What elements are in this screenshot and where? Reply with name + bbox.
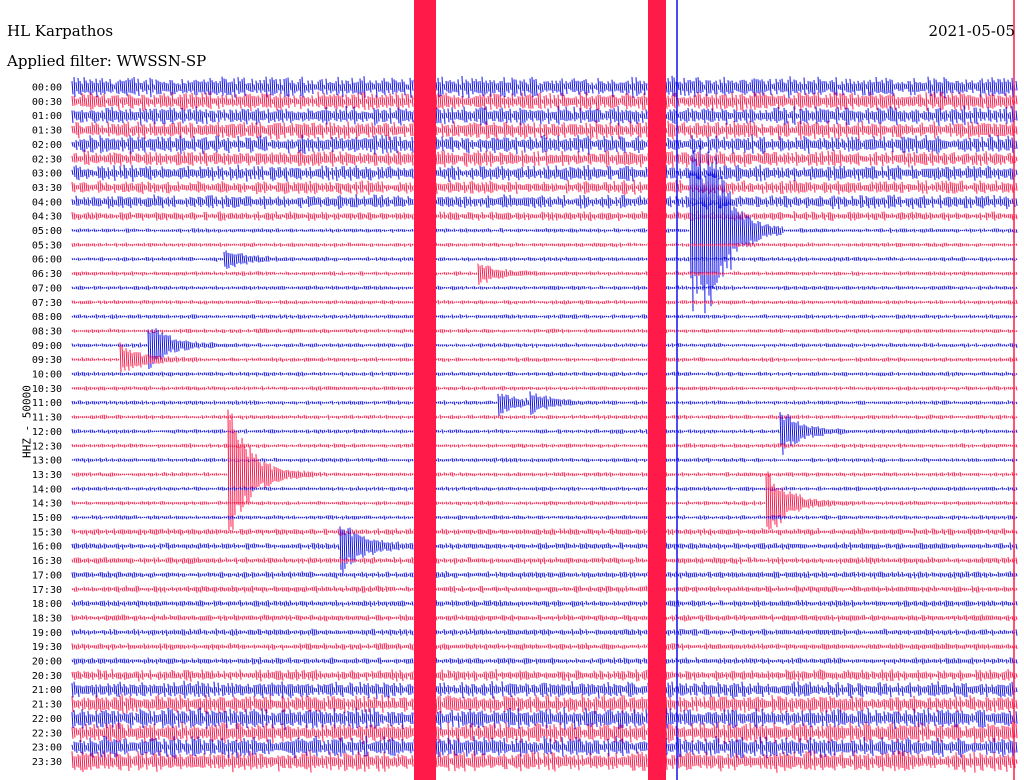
trace-row-2330 bbox=[71, 750, 1018, 773]
row-time-label: 04:30 bbox=[32, 212, 62, 223]
row-time-label: 20:30 bbox=[32, 671, 62, 682]
trace-row-1330 bbox=[71, 409, 1018, 531]
row-time-label: 23:30 bbox=[32, 757, 62, 768]
date-label: 2021-05-05 bbox=[928, 22, 1015, 40]
row-time-label: 13:30 bbox=[32, 470, 62, 481]
trace-row-1630 bbox=[71, 556, 1018, 565]
trace-row-1700 bbox=[71, 571, 1018, 579]
trace-row-1500 bbox=[71, 514, 1018, 521]
row-time-label: 03:30 bbox=[32, 183, 62, 194]
row-time-label: 18:30 bbox=[32, 613, 62, 624]
trace-row-2100 bbox=[71, 680, 1018, 699]
trace-row-0200 bbox=[71, 134, 1018, 155]
row-time-label: 08:30 bbox=[32, 326, 62, 337]
trace-row-2130 bbox=[71, 694, 1018, 715]
row-time-label: 01:30 bbox=[32, 126, 62, 137]
row-time-label: 02:00 bbox=[32, 140, 62, 151]
trace-row-2200 bbox=[71, 707, 1018, 731]
row-time-label: 16:30 bbox=[32, 556, 62, 567]
row-time-label: 06:00 bbox=[32, 255, 62, 266]
filter-subtitle: Applied filter: WWSSN-SP bbox=[7, 52, 207, 70]
row-time-label: 11:00 bbox=[32, 398, 62, 409]
row-time-label: 09:30 bbox=[32, 355, 62, 366]
trace-row-0830 bbox=[71, 328, 1018, 334]
channel-axis-label: HHZ - 50000 bbox=[20, 385, 34, 458]
row-time-label: 21:30 bbox=[32, 700, 62, 711]
row-time-label: 22:30 bbox=[32, 728, 62, 739]
row-time-label: 17:30 bbox=[32, 585, 62, 596]
trace-row-0700 bbox=[71, 285, 1018, 291]
row-time-label: 15:30 bbox=[32, 527, 62, 538]
trace-row-0100 bbox=[71, 105, 1018, 126]
row-time-label: 22:00 bbox=[32, 714, 62, 725]
trace-row-0900 bbox=[71, 328, 1018, 370]
trace-row-0330 bbox=[71, 179, 1018, 195]
trace-row-2030 bbox=[71, 668, 1018, 682]
row-time-label: 14:00 bbox=[32, 484, 62, 495]
trace-row-1000 bbox=[71, 371, 1018, 377]
row-time-label: 07:30 bbox=[32, 298, 62, 309]
trace-lines bbox=[71, 0, 1018, 780]
trace-row-1530 bbox=[71, 528, 1018, 536]
trace-row-0230 bbox=[71, 149, 1018, 168]
trace-row-1230 bbox=[71, 443, 1018, 449]
row-time-label: 07:00 bbox=[32, 283, 62, 294]
row-time-label: 08:00 bbox=[32, 312, 62, 323]
row-time-label: 16:00 bbox=[32, 542, 62, 553]
row-time-label: 21:00 bbox=[32, 685, 62, 696]
row-time-label: 23:00 bbox=[32, 743, 62, 754]
trace-row-0300 bbox=[71, 164, 1018, 182]
row-time-label: 02:30 bbox=[32, 154, 62, 165]
row-time-label: 04:00 bbox=[32, 197, 62, 208]
trace-row-0800 bbox=[71, 313, 1018, 320]
trace-row-0400 bbox=[71, 194, 1018, 210]
row-time-label: 18:00 bbox=[32, 599, 62, 610]
trace-row-1030 bbox=[71, 385, 1018, 391]
row-time-label: 00:30 bbox=[32, 97, 62, 108]
trace-row-0530 bbox=[71, 242, 1018, 248]
saturated-event-band bbox=[648, 0, 666, 780]
row-time-label: 10:30 bbox=[32, 384, 62, 395]
saturated-event-band bbox=[414, 0, 436, 780]
row-time-label: 05:30 bbox=[32, 240, 62, 251]
row-time-label: 20:00 bbox=[32, 657, 62, 668]
row-time-label: 06:30 bbox=[32, 269, 62, 280]
trace-row-1400 bbox=[71, 486, 1018, 492]
row-time-label: 12:00 bbox=[32, 427, 62, 438]
row-time-label: 00:00 bbox=[32, 83, 62, 94]
trace-row-1130 bbox=[71, 414, 1018, 420]
trace-row-1930 bbox=[71, 642, 1018, 651]
trace-row-2000 bbox=[71, 657, 1018, 665]
row-time-label: 19:00 bbox=[32, 628, 62, 639]
trace-row-1300 bbox=[71, 457, 1018, 463]
row-time-label: 15:00 bbox=[32, 513, 62, 524]
trace-row-0600 bbox=[71, 250, 1018, 269]
trace-row-1800 bbox=[71, 599, 1018, 608]
helicorder-plot: 00:00 00:30 01:00 01:30 02:00 02:30 03:00 03:30… bbox=[32, 0, 1018, 780]
row-time-label: 03:00 bbox=[32, 169, 62, 180]
trace-row-0430 bbox=[71, 211, 1018, 222]
row-time-label: 19:30 bbox=[32, 642, 62, 653]
row-time-label: 14:30 bbox=[32, 499, 62, 510]
trace-row-1430 bbox=[71, 471, 1018, 530]
trace-row-0730 bbox=[71, 299, 1018, 305]
trace-row-0930 bbox=[71, 342, 1018, 373]
row-time-label: 01:00 bbox=[32, 111, 62, 122]
trace-row-1900 bbox=[71, 628, 1018, 637]
trace-row-0000 bbox=[71, 75, 1018, 99]
row-time-label: 10:00 bbox=[32, 370, 62, 381]
trace-row-1730 bbox=[71, 585, 1018, 594]
row-time-label: 09:00 bbox=[32, 341, 62, 352]
row-time-label: 13:00 bbox=[32, 456, 62, 467]
row-time-label: 17:00 bbox=[32, 570, 62, 581]
trace-row-0030 bbox=[71, 91, 1018, 112]
row-time-label: 05:00 bbox=[32, 226, 62, 237]
trace-row-1100 bbox=[71, 391, 1018, 416]
trace-row-1830 bbox=[71, 614, 1018, 622]
time-axis: 00:00 00:30 01:00 01:30 02:00 02:30 03:00 03:30… bbox=[32, 83, 62, 768]
trace-row-0630 bbox=[71, 263, 1018, 285]
row-time-label: 11:30 bbox=[32, 413, 62, 424]
row-time-label: 12:30 bbox=[32, 441, 62, 452]
station-title: HL Karpathos bbox=[7, 22, 114, 40]
